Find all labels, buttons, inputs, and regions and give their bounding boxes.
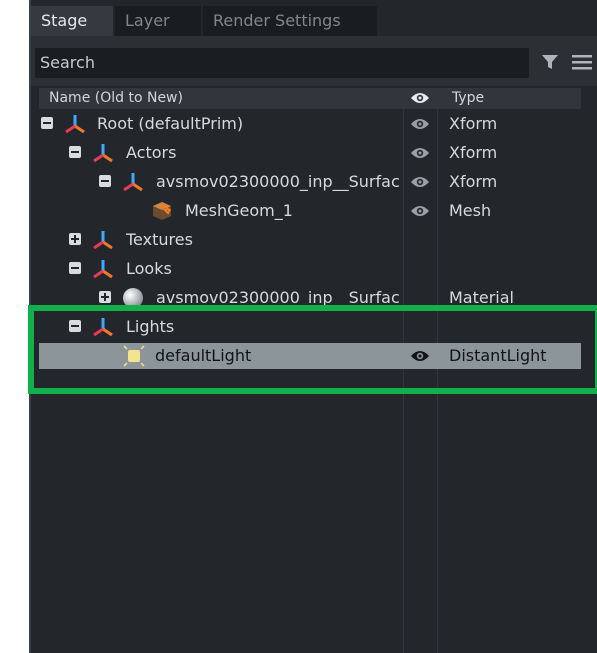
filter-icon[interactable] xyxy=(541,53,559,71)
search-row: Search xyxy=(31,36,597,86)
eye-icon[interactable] xyxy=(410,146,430,160)
row-label: Looks xyxy=(126,259,172,278)
tree-row-meshgeom[interactable]: MeshGeom_1 Mesh xyxy=(31,196,597,225)
row-type: Xform xyxy=(449,143,498,162)
eye-icon[interactable] xyxy=(410,175,430,189)
tab-bar: Stage Layer Render Settings xyxy=(31,6,597,36)
menu-icon[interactable] xyxy=(572,54,592,70)
row-type: Xform xyxy=(449,114,498,133)
eye-icon[interactable] xyxy=(410,117,430,131)
collapse-toggle[interactable] xyxy=(99,175,111,187)
tab-stage[interactable]: Stage xyxy=(31,6,113,36)
expand-toggle[interactable] xyxy=(69,233,81,245)
xform-icon xyxy=(65,115,85,134)
name-column-header[interactable]: Name (Old to New) xyxy=(49,88,183,109)
tab-layer[interactable]: Layer xyxy=(115,6,201,36)
type-column-header[interactable]: Type xyxy=(452,88,484,109)
eye-icon[interactable] xyxy=(410,204,430,218)
search-input[interactable]: Search xyxy=(35,48,529,78)
expand-toggle[interactable] xyxy=(99,291,111,303)
xform-icon xyxy=(93,144,113,163)
row-label: avsmov02300000_inp__Surfac xyxy=(156,172,400,191)
xform-icon xyxy=(93,260,113,279)
row-label: MeshGeom_1 xyxy=(185,201,293,220)
tab-render-settings[interactable]: Render Settings xyxy=(203,6,377,36)
row-label: Actors xyxy=(126,143,177,162)
mesh-icon xyxy=(153,202,171,220)
xform-icon xyxy=(123,173,143,192)
eye-icon[interactable] xyxy=(410,91,430,105)
tree-row-textures[interactable]: Textures xyxy=(31,225,597,254)
tree-row-avsmov-xform[interactable]: avsmov02300000_inp__Surfac Xform xyxy=(31,167,597,196)
collapse-toggle[interactable] xyxy=(69,262,81,274)
collapse-toggle[interactable] xyxy=(69,146,81,158)
tree-row-root[interactable]: Root (defaultPrim) Xform xyxy=(31,109,597,138)
xform-icon xyxy=(93,231,113,250)
row-label: Root (defaultPrim) xyxy=(97,114,244,133)
column-header: Name (Old to New) Type xyxy=(39,88,581,109)
tree-row-actors[interactable]: Actors Xform xyxy=(31,138,597,167)
annotation-highlight-box xyxy=(28,305,597,394)
row-type: Mesh xyxy=(449,201,492,220)
row-label: Textures xyxy=(126,230,193,249)
tree-row-looks[interactable]: Looks xyxy=(31,254,597,283)
row-type: Xform xyxy=(449,172,498,191)
collapse-toggle[interactable] xyxy=(41,117,53,129)
